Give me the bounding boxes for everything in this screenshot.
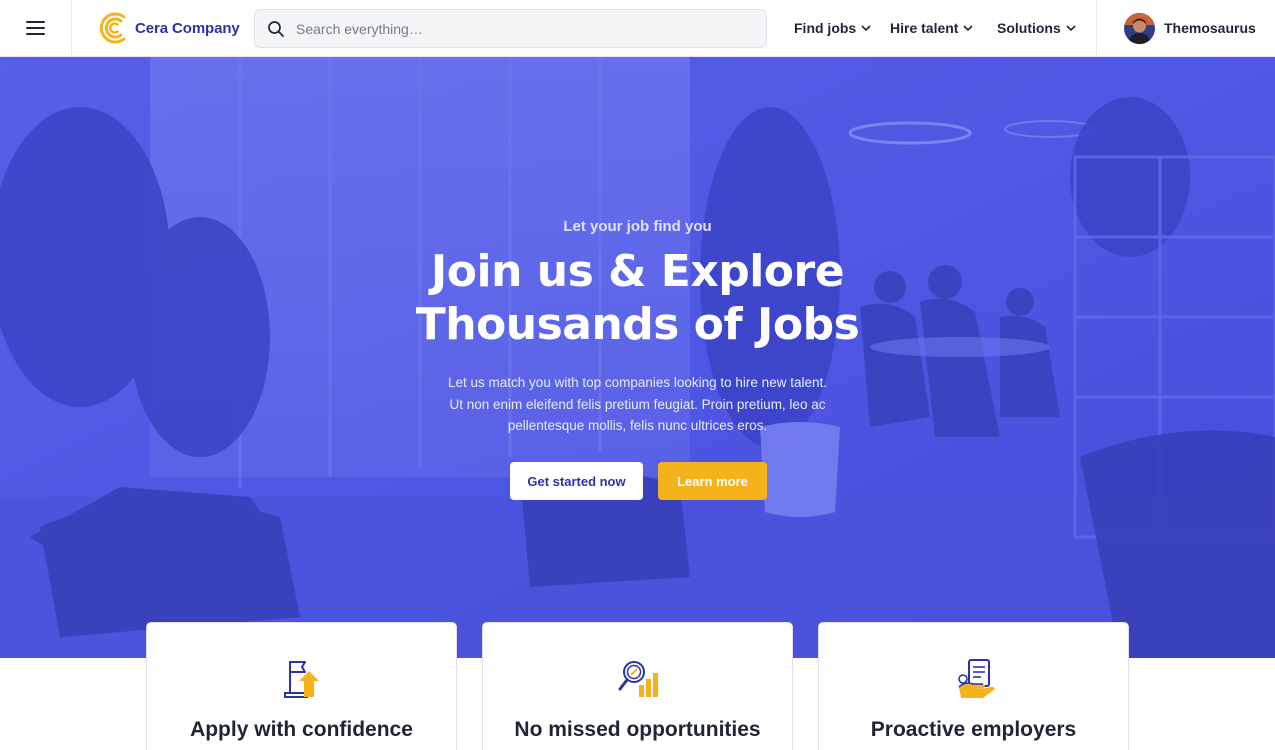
feature-title: Apply with confidence <box>190 718 413 741</box>
feature-title: Proactive employers <box>870 718 1077 741</box>
hero-lead-line-1: Let us match you with top companies look… <box>448 375 827 390</box>
brand-link[interactable]: Cera Company <box>98 10 240 46</box>
search-input[interactable] <box>296 20 736 37</box>
hero-lead-line-2: Ut non enim eleifend felis pretium feugi… <box>449 396 826 412</box>
nav-solutions-label: Solutions <box>997 20 1061 36</box>
magnifier-chart-icon <box>618 661 658 697</box>
hero-content: Let your job find you Join us & Explore … <box>0 57 1275 658</box>
hero-lead-text: Let us match you with top companies look… <box>437 372 838 437</box>
feature-title: No missed opportunities <box>514 718 761 741</box>
get-started-button[interactable]: Get started now <box>510 462 643 500</box>
nav-solutions[interactable]: Solutions <box>997 18 1076 38</box>
user-profile-menu[interactable]: Themosaurus <box>1096 0 1275 56</box>
chevron-down-icon <box>861 24 871 31</box>
brand-name: Cera Company <box>135 19 240 37</box>
feature-card-opportunities: No missed opportunities <box>482 622 793 750</box>
flag-arrow-icon <box>284 661 319 698</box>
learn-more-button[interactable]: Learn more <box>658 462 767 500</box>
chevron-down-icon <box>1066 24 1076 31</box>
user-name: Themosaurus <box>1164 20 1256 36</box>
search-icon <box>268 20 284 37</box>
hamburger-menu-button[interactable] <box>0 0 72 56</box>
nav-hire-talent-label: Hire talent <box>890 20 959 36</box>
nav-find-jobs[interactable]: Find jobs <box>794 18 871 38</box>
hero-eyebrow: Let your job find you <box>563 218 712 235</box>
cera-logo-icon <box>99 12 126 44</box>
hero-lead-line-3: pellentesque mollis, felis nunc ultrices… <box>507 418 768 433</box>
clipboard-hand-icon <box>958 659 995 698</box>
hero-headline-line-2: Thousands of Jobs <box>415 299 860 350</box>
top-navigation-bar: Cera Company Find jobs Hire talent Solut… <box>0 0 1275 57</box>
feature-card-employers: Proactive employers <box>818 622 1129 750</box>
hero-section: Let your job find you Join us & Explore … <box>0 57 1275 658</box>
hamburger-menu-icon <box>26 21 45 35</box>
chevron-down-icon <box>963 24 974 31</box>
nav-find-jobs-label: Find jobs <box>794 20 857 36</box>
search-bar[interactable] <box>254 9 767 48</box>
nav-hire-talent[interactable]: Hire talent <box>890 18 974 38</box>
hero-headline-line-1: Join us & Explore <box>430 246 845 297</box>
hero-headline: Join us & Explore Thousands of Jobs <box>0 245 1275 351</box>
avatar <box>1124 12 1155 44</box>
feature-card-apply: Apply with confidence <box>146 622 457 750</box>
